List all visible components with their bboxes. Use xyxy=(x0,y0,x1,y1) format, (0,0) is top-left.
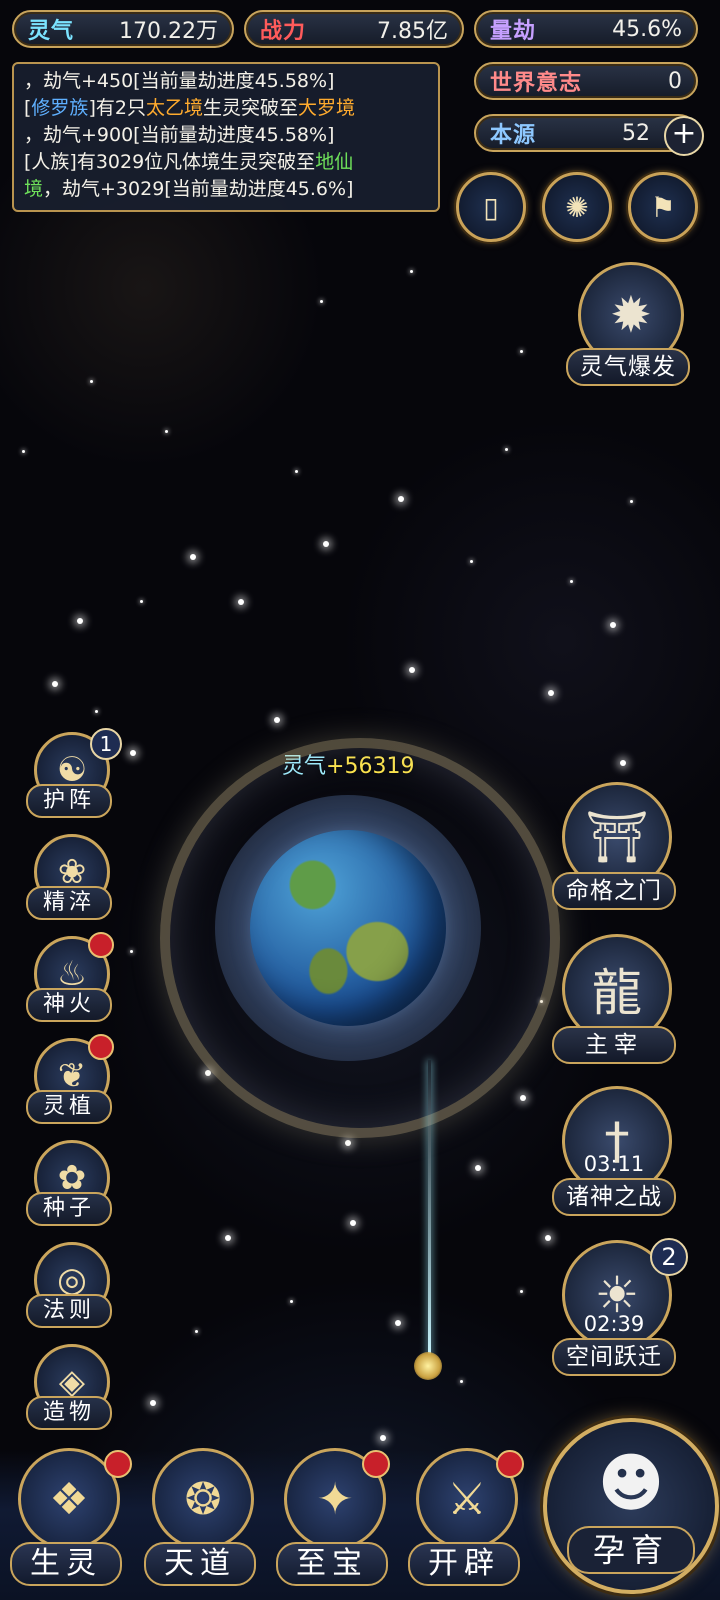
log-race: 修罗族 xyxy=(31,97,89,119)
liangjie-value: 45.6% xyxy=(612,16,682,42)
light-beam xyxy=(428,1060,431,1360)
benyuan-label: 本源 xyxy=(490,123,537,148)
add-benyuan-button[interactable]: + xyxy=(664,116,704,156)
vortex-button[interactable]: ✺ xyxy=(542,172,612,242)
alert-dot xyxy=(104,1450,132,1478)
left-item-label: 灵植 xyxy=(26,1090,112,1124)
nurture-button[interactable]: ☻ 孕育 xyxy=(543,1418,719,1594)
log-text: ，劫气+900[当前量劫进度45.58%] xyxy=(24,124,335,146)
left-item-label: 精淬 xyxy=(26,886,112,920)
left-item-zhongzi[interactable]: ✿ 种子 xyxy=(26,1140,112,1226)
count-badge: 1 xyxy=(90,728,122,760)
left-item-label: 护阵 xyxy=(26,784,112,818)
lingqi-value: 170.22万 xyxy=(119,19,218,44)
left-item-label: 神火 xyxy=(26,988,112,1022)
spark-icon xyxy=(414,1352,442,1380)
gods-war-label: 诸神之战 xyxy=(552,1178,676,1216)
event-log: ，劫气+450[当前量劫进度45.58%] [修罗族]有2只太乙境生灵突破至大罗… xyxy=(12,62,440,212)
log-realm: 境 xyxy=(24,178,44,200)
scroll-icon: ⚑ xyxy=(650,190,676,224)
alert-dot xyxy=(88,932,114,958)
nav-tiandao[interactable]: ❂ 天道 xyxy=(140,1448,260,1598)
log-text: ]有2只 xyxy=(88,97,146,119)
left-item-label: 造物 xyxy=(26,1396,112,1430)
log-text: [人族]有3029位凡体境生灵突破至 xyxy=(24,151,316,173)
count-badge: 2 xyxy=(650,1238,688,1276)
nav-zhibao[interactable]: ✦ 至宝 xyxy=(272,1448,392,1598)
log-realm: 太乙境 xyxy=(145,97,203,119)
master-button[interactable]: 龍 主宰 xyxy=(552,934,676,1066)
left-item-lingzhi[interactable]: ❦ 灵植 xyxy=(26,1034,114,1124)
scroll-button[interactable]: ⚑ xyxy=(628,172,698,242)
left-item-huzhen[interactable]: ☯ 护阵 1 xyxy=(26,728,122,818)
space-jump-timer: 02:39 xyxy=(583,1312,645,1336)
gods-war-timer: 03:11 xyxy=(583,1152,645,1176)
nav-kaipi[interactable]: ⚔ 开辟 xyxy=(404,1448,524,1598)
fate-gate-label: 命格之门 xyxy=(552,872,676,910)
space-jump-button[interactable]: ☀ 02:39 空间跃迁 2 xyxy=(552,1238,688,1378)
nav-shengling[interactable]: ❖ 生灵 xyxy=(6,1448,132,1598)
liangjie-stat[interactable]: 量劫 45.6% xyxy=(474,10,698,48)
master-label: 主宰 xyxy=(552,1026,676,1064)
log-line: ，劫气+900[当前量劫进度45.58%] xyxy=(24,122,428,149)
log-line: ，劫气+450[当前量劫进度45.58%] xyxy=(24,68,428,95)
lingqi-stat: 灵气 170.22万 xyxy=(12,10,234,48)
fate-gate-button[interactable]: ⛩ 命格之门 xyxy=(552,782,676,914)
log-realm: 地仙 xyxy=(315,151,354,173)
vortex-icon: ✺ xyxy=(565,190,589,224)
zhanli-value: 7.85亿 xyxy=(377,19,448,44)
card-button[interactable]: ▯ xyxy=(456,172,526,242)
log-line: [修罗族]有2只太乙境生灵突破至大罗境 xyxy=(24,95,428,122)
benyuan-value: 52 xyxy=(622,120,650,146)
nav-label: 天道 xyxy=(144,1542,256,1586)
nurture-label: 孕育 xyxy=(567,1526,695,1574)
lingqi-burst-label: 灵气爆发 xyxy=(566,348,690,386)
figure-icon: ☻ xyxy=(597,1447,665,1521)
log-text: ，劫气+3029[当前量劫进度45.6%] xyxy=(43,178,354,200)
alert-dot xyxy=(496,1450,524,1478)
left-item-jingcui[interactable]: ❀ 精淬 xyxy=(26,834,112,920)
nav-label: 生灵 xyxy=(10,1542,122,1586)
zhanli-stat: 战力 7.85亿 xyxy=(244,10,464,48)
shijie-value: 0 xyxy=(668,68,682,94)
zhanli-label: 战力 xyxy=(260,19,307,44)
wave-icon: ❂ xyxy=(152,1448,254,1550)
log-realm: 大罗境 xyxy=(297,97,355,119)
log-text: 生灵突破至 xyxy=(202,97,298,119)
card-icon: ▯ xyxy=(483,190,499,224)
nav-label: 开辟 xyxy=(408,1542,520,1586)
nav-label: 至宝 xyxy=(276,1542,388,1586)
log-text: ，劫气+450[当前量劫进度45.58%] xyxy=(24,70,335,92)
world-planet[interactable] xyxy=(250,830,446,1026)
left-item-shenhuo[interactable]: ♨ 神火 xyxy=(26,932,114,1022)
lingqi-burst-button[interactable]: ✹ 灵气爆发 xyxy=(566,262,690,390)
shijie-stat[interactable]: 世界意志 0 xyxy=(474,62,698,100)
left-item-faze[interactable]: ◎ 法则 xyxy=(26,1242,112,1328)
shijie-label: 世界意志 xyxy=(490,71,583,96)
left-item-zaowu[interactable]: ◈ 造物 xyxy=(26,1344,112,1430)
liangjie-label: 量劫 xyxy=(490,19,537,44)
left-item-label: 种子 xyxy=(26,1192,112,1226)
log-line: 境，劫气+3029[当前量劫进度45.6%] xyxy=(24,176,428,203)
lingqi-label: 灵气 xyxy=(28,19,75,44)
gods-war-button[interactable]: † 03:11 诸神之战 xyxy=(552,1086,676,1218)
alert-dot xyxy=(362,1450,390,1478)
left-item-label: 法则 xyxy=(26,1294,112,1328)
space-jump-label: 空间跃迁 xyxy=(552,1338,676,1376)
log-line: [人族]有3029位凡体境生灵突破至地仙 xyxy=(24,149,428,176)
alert-dot xyxy=(88,1034,114,1060)
